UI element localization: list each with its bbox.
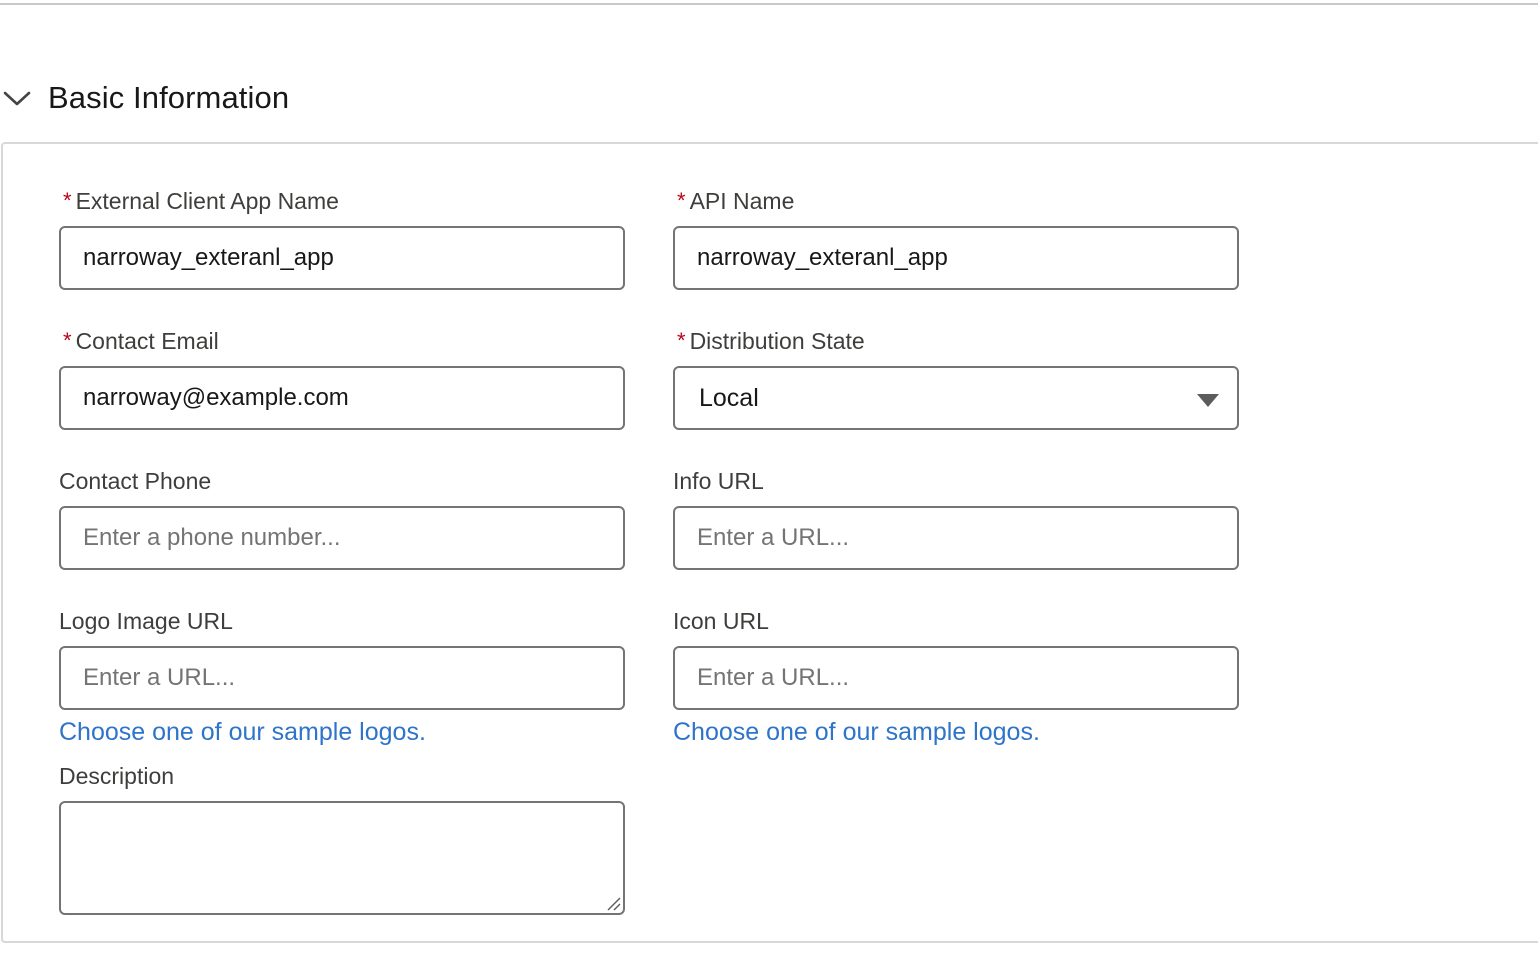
distribution-state-value: Local: [699, 383, 759, 412]
description-label: Description: [59, 763, 175, 789]
field-api-name: * API Name: [673, 186, 1239, 290]
required-marker: *: [63, 328, 72, 353]
app-name-input[interactable]: [59, 226, 625, 290]
app-name-label: * External Client App Name: [59, 186, 625, 216]
sample-logos-link[interactable]: Choose one of our sample logos.: [59, 718, 426, 747]
field-icon-url: Icon URL Choose one of our sample logos.: [673, 606, 1239, 747]
description-wrapper: [59, 801, 625, 915]
distribution-state-select[interactable]: Local: [673, 366, 1239, 430]
top-divider: [0, 3, 1538, 5]
icon-url-label: Icon URL: [673, 608, 769, 634]
required-marker: *: [63, 188, 72, 213]
contact-email-label-text: Contact Email: [75, 328, 219, 354]
info-url-label: Info URL: [673, 468, 764, 494]
field-description: Description: [59, 761, 625, 915]
field-distribution-state: * Distribution State Local: [673, 326, 1239, 430]
icon-url-input[interactable]: [673, 646, 1239, 710]
required-marker: *: [677, 328, 686, 353]
required-marker: *: [677, 188, 686, 213]
sample-logos-link[interactable]: Choose one of our sample logos.: [673, 718, 1040, 747]
field-logo-image-url: Logo Image URL Choose one of our sample …: [59, 606, 625, 747]
logo-image-url-input[interactable]: [59, 646, 625, 710]
field-app-name: * External Client App Name: [59, 186, 625, 290]
app-name-label-text: External Client App Name: [75, 188, 339, 214]
field-contact-email: * Contact Email: [59, 326, 625, 430]
distribution-state-label-text: Distribution State: [689, 328, 865, 354]
distribution-state-label: * Distribution State: [673, 326, 1239, 356]
basic-information-panel: * External Client App Name * API Name * …: [1, 142, 1538, 943]
logo-image-url-label: Logo Image URL: [59, 608, 233, 634]
api-name-input[interactable]: [673, 226, 1239, 290]
info-url-input[interactable]: [673, 506, 1239, 570]
section-title: Basic Information: [48, 80, 290, 115]
contact-email-label: * Contact Email: [59, 326, 625, 356]
caret-down-icon: [1197, 394, 1219, 407]
section-header-basic-information[interactable]: Basic Information: [0, 74, 289, 122]
description-textarea[interactable]: [59, 801, 625, 915]
field-info-url: Info URL: [673, 466, 1239, 570]
api-name-label: * API Name: [673, 186, 1239, 216]
contact-phone-label: Contact Phone: [59, 468, 212, 494]
field-contact-phone: Contact Phone: [59, 466, 625, 570]
contact-phone-input[interactable]: [59, 506, 625, 570]
api-name-label-text: API Name: [689, 188, 795, 214]
resize-handle-icon[interactable]: [605, 895, 621, 911]
contact-email-input[interactable]: [59, 366, 625, 430]
chevron-down-icon[interactable]: [0, 81, 34, 115]
